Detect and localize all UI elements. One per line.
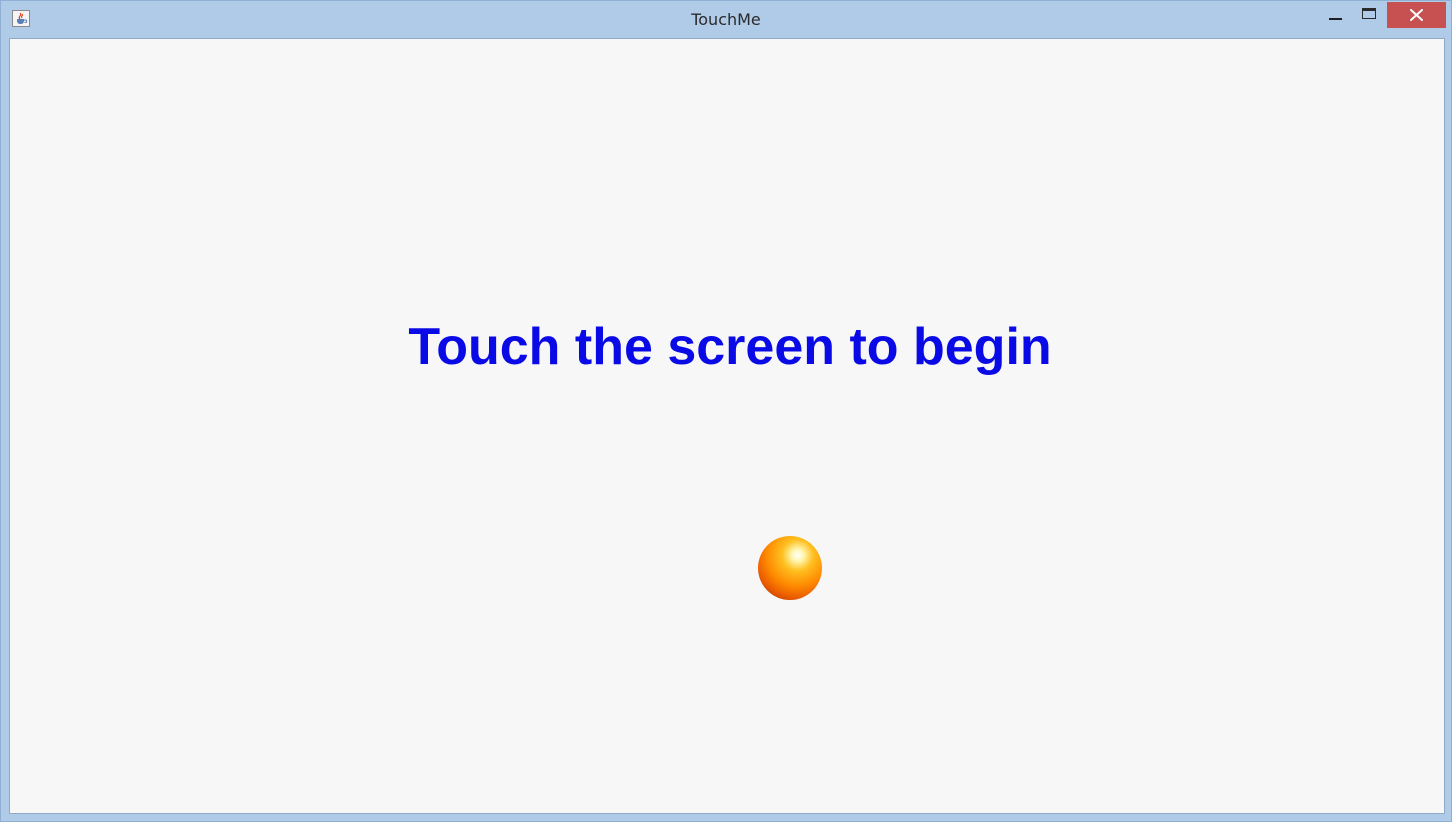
app-window: TouchMe Touch the screen to begin	[0, 0, 1452, 822]
close-button[interactable]	[1387, 2, 1446, 28]
maximize-icon	[1362, 8, 1376, 19]
title-bar[interactable]: TouchMe	[1, 1, 1451, 38]
close-icon	[1410, 9, 1423, 21]
game-canvas[interactable]: Touch the screen to begin	[9, 38, 1445, 814]
minimize-button[interactable]	[1319, 2, 1353, 28]
window-title: TouchMe	[691, 10, 761, 29]
start-prompt: Touch the screen to begin	[408, 318, 1052, 376]
orange-ball-icon[interactable]	[758, 536, 822, 600]
maximize-button[interactable]	[1353, 2, 1387, 28]
minimize-icon	[1329, 18, 1342, 20]
